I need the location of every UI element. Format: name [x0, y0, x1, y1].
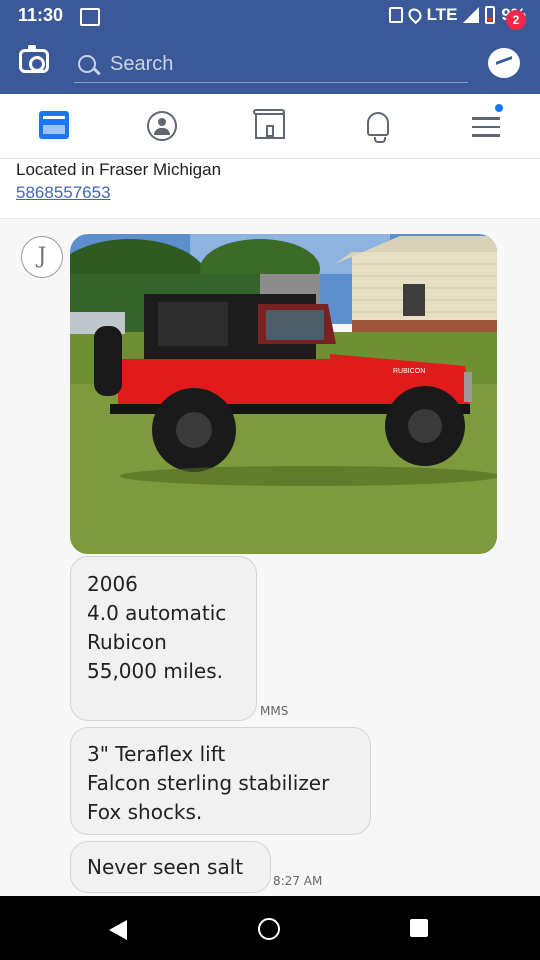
message-line: 2006	[87, 572, 138, 596]
bell-icon	[367, 112, 389, 143]
message-line: Rubicon	[87, 630, 167, 654]
post-text: Located in Fraser Michigan 5868557653	[16, 159, 526, 205]
camera-icon[interactable]	[19, 45, 49, 73]
message-line: 3" Teraflex lift	[87, 742, 226, 766]
jeep-photo: RUBICON	[70, 234, 497, 554]
menu-notification-dot	[495, 104, 503, 112]
search-icon	[78, 55, 96, 73]
recent-apps-icon[interactable]	[410, 919, 428, 937]
menu-icon	[468, 104, 504, 137]
message-line: Falcon sterling stabilizer	[87, 771, 330, 795]
message-line: 55,000 miles.	[87, 659, 224, 683]
back-icon[interactable]	[109, 920, 127, 940]
tab-groups[interactable]	[144, 108, 180, 144]
groups-icon	[147, 111, 177, 141]
news-feed-icon	[39, 111, 69, 139]
tab-marketplace[interactable]	[252, 108, 288, 144]
home-icon[interactable]	[258, 918, 280, 940]
status-bar: 11:30 LTE 9%	[0, 0, 540, 32]
status-time: 11:30	[18, 5, 64, 25]
message-line: 4.0 automatic	[87, 601, 227, 625]
message-bubble: Never seen salt	[70, 841, 271, 893]
battery-icon	[485, 6, 496, 24]
tab-notifications[interactable]	[360, 108, 396, 144]
search-placeholder: Search	[110, 52, 174, 75]
contact-avatar: J	[21, 236, 63, 278]
message-bubble: 2006 4.0 automatic Rubicon 55,000 miles.	[70, 556, 257, 721]
vibrate-icon	[388, 7, 403, 23]
message-line: Never seen salt	[87, 855, 244, 879]
tab-bar	[0, 94, 540, 159]
tab-menu[interactable]	[468, 104, 504, 144]
marketplace-icon	[253, 109, 285, 139]
hood-decal: RUBICON	[393, 368, 425, 375]
tab-news-feed[interactable]	[36, 108, 72, 144]
search-input[interactable]: Search	[74, 46, 468, 83]
messenger-icon[interactable]	[488, 48, 520, 78]
location-text: Located in Fraser Michigan	[16, 160, 222, 179]
app-header: Search	[0, 32, 540, 94]
phone-link[interactable]: 5868557653	[16, 181, 526, 205]
message-bubble: 3" Teraflex lift Falcon sterling stabili…	[70, 727, 371, 835]
signal-icon	[463, 7, 480, 23]
network-label: LTE	[426, 5, 458, 24]
gallery-icon	[80, 8, 100, 26]
message-timestamp: 8:27 AM	[273, 874, 323, 888]
mms-label: MMS	[260, 704, 289, 718]
location-icon	[405, 5, 424, 25]
messenger-badge: 2	[506, 10, 526, 30]
message-line: Fox shocks.	[87, 800, 203, 824]
